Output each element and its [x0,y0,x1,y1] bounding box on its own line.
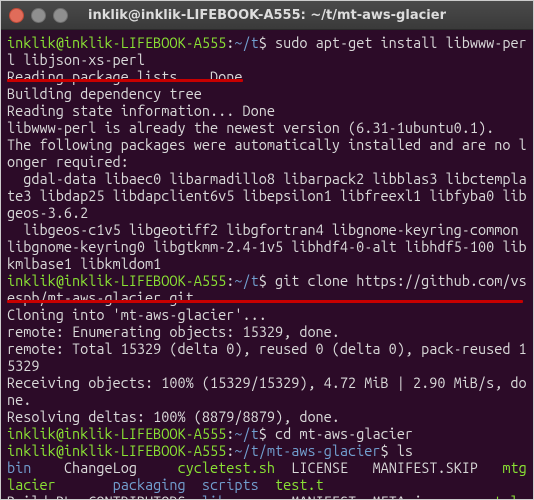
ls-exe: cycletest.sh [178,459,275,476]
out: remote: Enumerating objects: 15329, done… [7,323,340,340]
ls-exe: test.t [275,476,324,493]
out: Reading package lists... Done [7,68,242,85]
cmd-ls: ls [397,442,413,459]
maximize-icon[interactable] [53,8,68,23]
prompt-user: inklik@inklik-LIFEBOOK-A555 [7,272,226,289]
close-icon[interactable] [9,8,24,23]
out: Cloning into 'mt-aws-glacier'... [7,306,267,323]
prompt-user: inklik@inklik-LIFEBOOK-A555 [7,34,226,51]
ls-dir: lib [202,493,226,499]
terminal-window: inklik@inklik-LIFEBOOK-A555: ~/t/mt-aws-… [0,0,534,500]
window-buttons [9,8,68,23]
ls-file: MANIFEST.SKIP [372,459,478,476]
terminal-body[interactable]: inklik@inklik-LIFEBOOK-A555:~/t$ sudo ap… [1,30,533,499]
prompt-path: ~/t [234,272,258,289]
window-title: inklik@inklik-LIFEBOOK-A555: ~/t/mt-aws-… [1,8,533,23]
titlebar[interactable]: inklik@inklik-LIFEBOOK-A555: ~/t/mt-aws-… [1,1,533,30]
prompt-path: ~/t [234,425,258,442]
ls-dir: scripts [202,476,259,493]
ls-dir: bin [7,459,31,476]
ls-file: MANIFEST [291,493,356,499]
prompt-dollar: $ [259,34,267,51]
ls-file: CONTRIBUTORS [88,493,185,499]
prompt-user: inklik@inklik-LIFEBOOK-A555 [7,442,226,459]
ls-file: LICENSE [291,459,348,476]
out: Reading state information... Done [7,102,275,119]
ls-file: META.json [372,493,445,499]
prompt-user: inklik@inklik-LIFEBOOK-A555 [7,425,226,442]
out: Receiving objects: 100% (15329/15329), 4… [7,374,527,408]
out: Building dependency tree [7,85,202,102]
prompt-path: ~/t/mt-aws-glacier [234,442,380,459]
ls-exe: mtglacier.pl [7,493,527,499]
minimize-icon[interactable] [31,8,46,23]
prompt-dollar: $ [259,272,267,289]
cmd-cd: cd mt-aws-glacier [275,425,413,442]
out: libgeos-c1v5 libgeotiff2 libgfortran4 li… [7,221,527,272]
ls-file: ChangeLog [64,459,137,476]
ls-dir: packaging [113,476,186,493]
prompt-path: ~/t [234,34,258,51]
out: libwww-perl is already the newest versio… [7,119,494,136]
underline-highlight [7,300,523,303]
underline-highlight [7,79,243,82]
prompt-dollar: $ [381,442,389,459]
out: gdal-data libaec0 libarmadillo8 libarpac… [7,170,527,221]
prompt-dollar: $ [259,425,267,442]
out: Resolving deltas: 100% (8879/8879), done… [7,408,340,425]
ls-file: Build.PL [7,493,72,499]
out: The following packages were automaticall… [7,136,527,170]
out: remote: Total 15329 (delta 0), reused 0 … [7,340,527,374]
